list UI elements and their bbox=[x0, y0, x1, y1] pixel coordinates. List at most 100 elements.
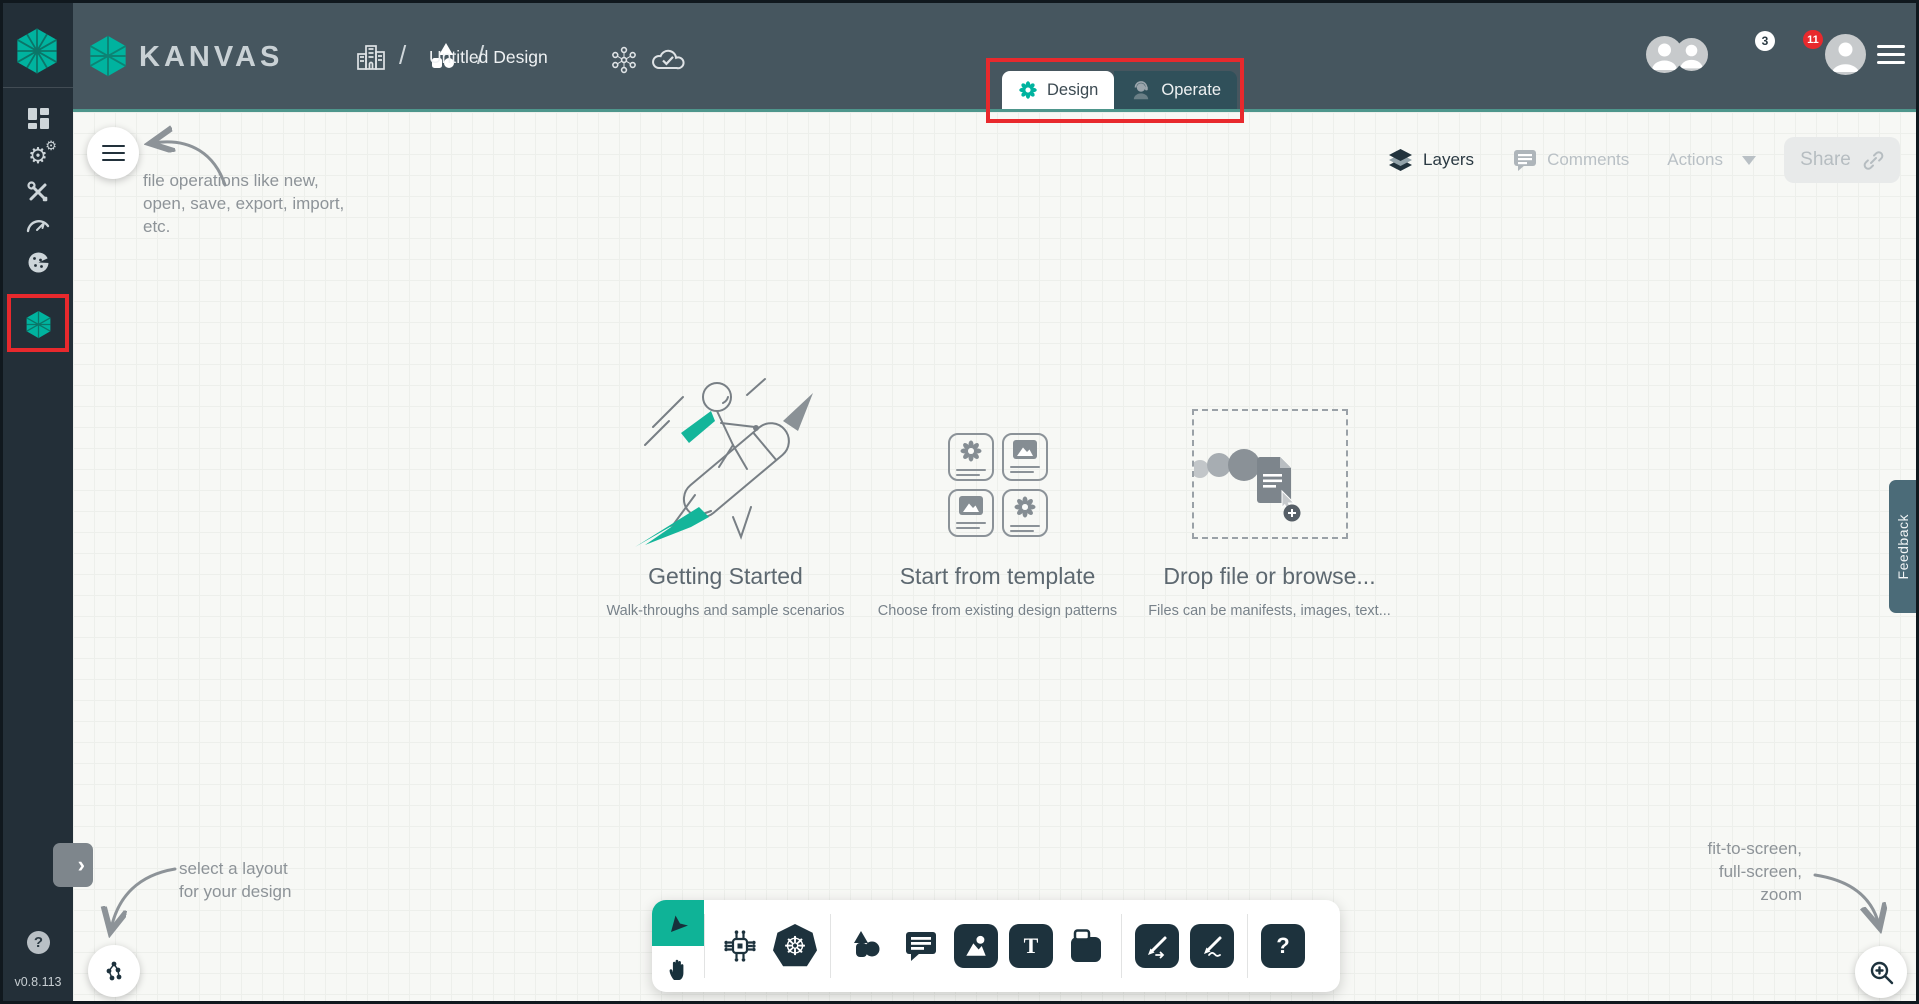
comments-label: Comments bbox=[1547, 150, 1629, 170]
tab-operate-label: Operate bbox=[1161, 81, 1221, 100]
cloud-saved-icon[interactable] bbox=[649, 44, 687, 74]
layout-graph-icon bbox=[102, 959, 126, 983]
share-link-icon bbox=[1863, 150, 1884, 171]
help-button[interactable]: ? bbox=[27, 931, 50, 954]
performance-gauge-icon bbox=[25, 215, 51, 237]
layers-button[interactable]: Layers bbox=[1387, 147, 1474, 174]
tab-operate[interactable]: Operate bbox=[1114, 71, 1237, 109]
sidebar-item-toolbox[interactable] bbox=[3, 175, 73, 209]
kanvas-logo-icon bbox=[85, 32, 131, 80]
annotation-file-operations: file operations like new, open, save, ex… bbox=[143, 169, 344, 238]
meshery-logo-icon[interactable] bbox=[13, 26, 61, 76]
layout-select-button[interactable] bbox=[88, 945, 140, 997]
template-tiles bbox=[948, 433, 1048, 547]
design-pinwheel-icon bbox=[1018, 80, 1038, 100]
kanvas-highlight-box bbox=[7, 294, 69, 352]
toolbox-icon bbox=[26, 180, 50, 204]
layers-label: Layers bbox=[1423, 150, 1474, 170]
magnifier-plus-icon bbox=[1868, 959, 1895, 986]
menu-icon bbox=[102, 140, 125, 166]
components-tool[interactable] bbox=[718, 924, 762, 968]
kanvas-app-window: KANVAS / / Untitled Design bbox=[0, 0, 1919, 1004]
layers-icon bbox=[1387, 147, 1414, 174]
design-name[interactable]: Untitled Design bbox=[429, 47, 548, 68]
pan-tool[interactable] bbox=[652, 946, 704, 992]
sidebar-item-dashboard[interactable] bbox=[3, 101, 73, 135]
getting-started-card[interactable]: Getting Started Walk-throughs and sample… bbox=[590, 375, 862, 619]
operator-headset-icon bbox=[1130, 79, 1152, 101]
version-label: v0.8.113 bbox=[3, 975, 73, 989]
organization-icon[interactable] bbox=[355, 41, 387, 73]
header-menu-icon[interactable] bbox=[1877, 45, 1905, 64]
pencil-sketch-icon bbox=[1199, 933, 1225, 959]
cursor-icon bbox=[667, 912, 690, 935]
brand-wordmark: KANVAS bbox=[139, 41, 283, 74]
share-button[interactable]: Share bbox=[1784, 137, 1900, 183]
drop-file-card[interactable]: Drop file or browse... Files can be mani… bbox=[1134, 375, 1406, 619]
actions-label: Actions bbox=[1667, 150, 1723, 170]
mode-tabs: Design Operate bbox=[1002, 71, 1237, 109]
template-image-icon bbox=[958, 495, 984, 516]
tab-design[interactable]: Design bbox=[1002, 71, 1114, 109]
hand-icon bbox=[667, 957, 689, 981]
settings-gears-icon: ⚙ ⚙ bbox=[28, 145, 48, 168]
getting-started-subtitle: Walk-throughs and sample scenarios bbox=[590, 603, 862, 619]
sketch-tool[interactable] bbox=[1190, 924, 1234, 968]
extensions-icon bbox=[26, 250, 51, 275]
annotation-zoom: fit-to-screen, full-screen, zoom bbox=[1708, 837, 1802, 906]
dropzone[interactable] bbox=[1192, 409, 1348, 539]
sidebar-item-extensions[interactable] bbox=[3, 245, 73, 279]
image-tool[interactable] bbox=[954, 924, 998, 968]
drop-file-illustration bbox=[1194, 411, 1346, 537]
component-chip-icon bbox=[721, 927, 759, 965]
comment-icon bbox=[904, 930, 938, 962]
rocket-illustration bbox=[623, 375, 828, 547]
drop-subtitle: Files can be manifests, images, text... bbox=[1134, 603, 1406, 619]
sidebar-item-settings[interactable]: ⚙ ⚙ bbox=[3, 139, 73, 173]
feedback-label: Feedback bbox=[1895, 514, 1911, 579]
getting-started-title: Getting Started bbox=[590, 563, 862, 590]
question-glyph: ? bbox=[1276, 933, 1289, 959]
kubernetes-wheel-glyph: ☸ bbox=[783, 931, 806, 962]
help-tool[interactable]: ? bbox=[1261, 924, 1305, 968]
text-tool[interactable]: T bbox=[1009, 924, 1053, 968]
drop-title: Drop file or browse... bbox=[1134, 563, 1406, 590]
comments-icon bbox=[1512, 147, 1538, 173]
view-controls: Layers Comments Actions Share bbox=[1349, 137, 1900, 183]
mesh-relationships-icon[interactable] bbox=[609, 45, 639, 75]
note-icon bbox=[1068, 929, 1104, 963]
shapes-icon bbox=[849, 929, 883, 963]
chevron-down-icon bbox=[1742, 156, 1756, 165]
template-title: Start from template bbox=[862, 563, 1134, 590]
help-glyph: ? bbox=[34, 934, 43, 951]
select-tool[interactable] bbox=[652, 900, 704, 946]
zoom-button[interactable] bbox=[1855, 946, 1907, 998]
comment-tool[interactable] bbox=[899, 924, 943, 968]
actions-dropdown[interactable]: Actions bbox=[1667, 150, 1756, 170]
template-pattern-icon bbox=[959, 439, 983, 463]
template-image-icon bbox=[1012, 439, 1038, 460]
app-header: KANVAS / / Untitled Design bbox=[73, 3, 1919, 109]
tab-design-label: Design bbox=[1047, 81, 1098, 100]
dock-toolbar: ☸ bbox=[652, 900, 1340, 992]
kubernetes-tool[interactable]: ☸ bbox=[773, 924, 817, 968]
user-avatar[interactable] bbox=[1825, 34, 1866, 75]
empty-canvas-cards: Getting Started Walk-throughs and sample… bbox=[73, 375, 1919, 619]
start-from-template-card[interactable]: Start from template Choose from existing… bbox=[862, 375, 1134, 619]
breadcrumb-separator: / bbox=[399, 40, 406, 71]
text-t-glyph: T bbox=[1024, 933, 1039, 959]
notification-count-badge: 11 bbox=[1803, 30, 1823, 49]
file-menu-button[interactable] bbox=[87, 127, 139, 179]
image-icon bbox=[961, 931, 991, 961]
feedback-tab[interactable]: Feedback bbox=[1889, 480, 1916, 613]
pen-tool[interactable] bbox=[1135, 924, 1179, 968]
comments-button[interactable]: Comments bbox=[1512, 147, 1629, 173]
collaborator-avatar[interactable] bbox=[1646, 36, 1683, 73]
template-pattern-icon bbox=[1013, 495, 1037, 519]
sidebar-divider bbox=[3, 87, 73, 88]
note-tool[interactable] bbox=[1064, 924, 1108, 968]
sidebar-expand-handle[interactable]: › bbox=[53, 843, 93, 887]
chevron-right-icon: › bbox=[78, 852, 85, 878]
shapes-tool[interactable] bbox=[844, 924, 888, 968]
sidebar-item-performance[interactable] bbox=[3, 209, 73, 243]
